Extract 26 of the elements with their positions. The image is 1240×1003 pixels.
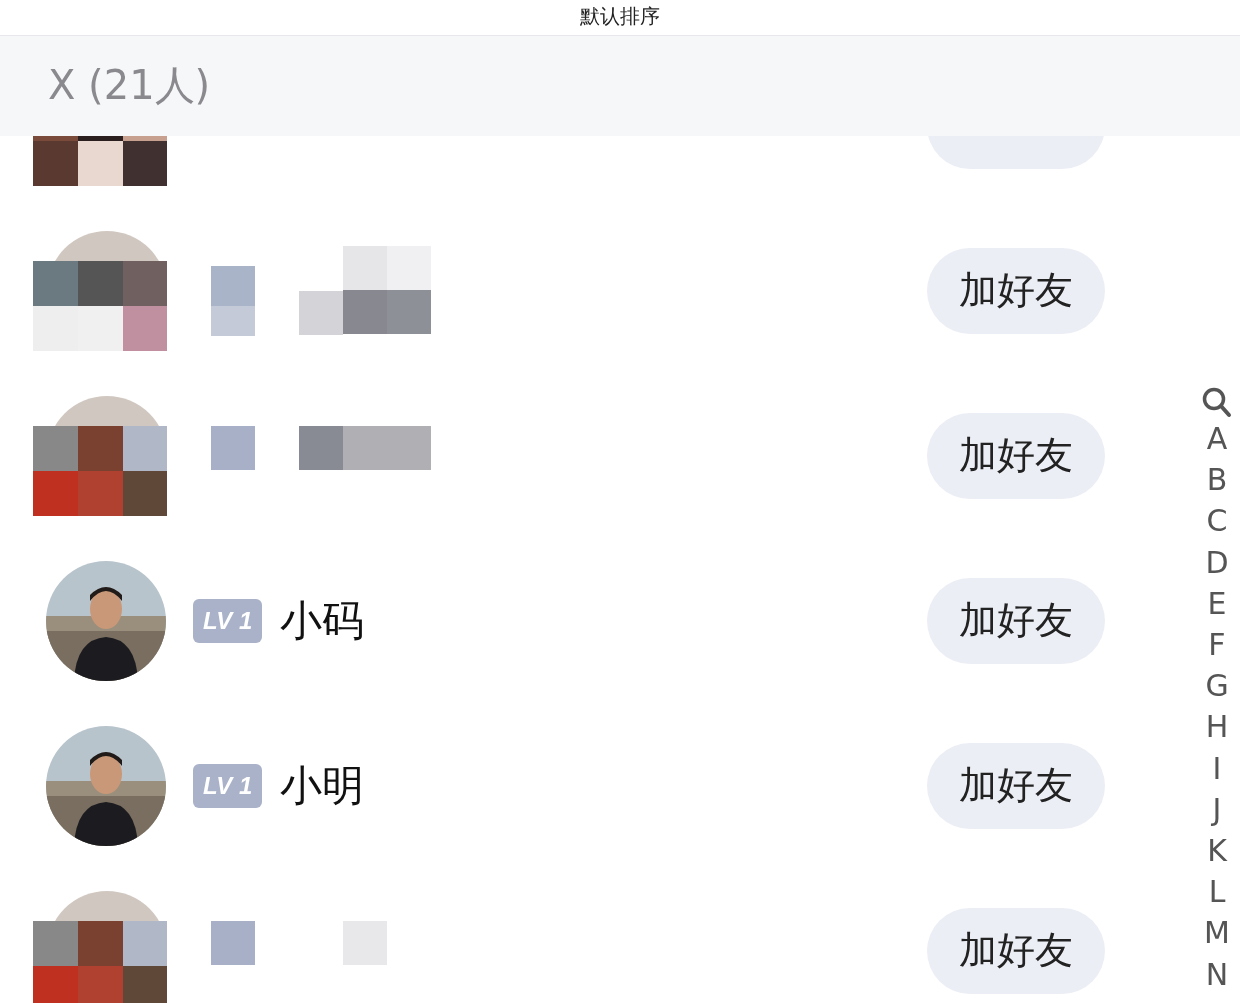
add-friend-button[interactable]: 加好友 [927,907,1105,994]
index-letter[interactable]: N [1205,953,1229,995]
index-letter[interactable]: K [1207,830,1227,872]
index-letter[interactable]: M [1204,912,1230,954]
index-letter[interactable]: E [1207,582,1227,624]
search-icon[interactable] [1202,386,1232,418]
index-letter[interactable]: B [1206,459,1228,501]
index-letter[interactable]: J [1212,788,1222,831]
section-title: X (21人) [48,61,211,110]
add-friend-button[interactable]: 加好友 [927,412,1105,499]
add-friend-button[interactable]: 加好友 [927,742,1105,829]
index-letter[interactable]: D [1205,541,1229,583]
add-friend-button[interactable]: 加好友 [927,577,1105,664]
index-letter[interactable]: H [1205,706,1229,748]
index-letter[interactable]: A [1206,418,1228,460]
contact-name: 小明 [280,760,365,812]
add-friend-button[interactable]: 加好友 [927,247,1105,334]
index-letter[interactable]: G [1205,665,1229,707]
contact-name: 小码 [280,595,365,647]
sort-title[interactable]: 默认排序 [580,4,660,28]
index-letter[interactable]: I [1212,747,1222,789]
index-letter[interactable]: L [1208,871,1226,913]
index-letter[interactable]: F [1208,624,1226,666]
level-badge: LV 1 [193,763,263,808]
level-badge: LV 1 [193,598,263,643]
index-letter[interactable]: C [1206,500,1228,542]
